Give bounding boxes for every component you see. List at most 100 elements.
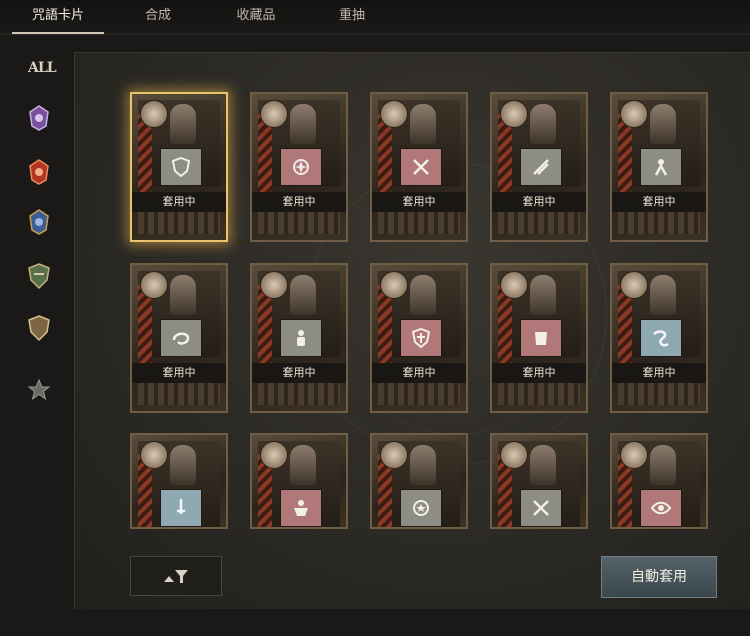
green-shield-icon[interactable] — [26, 262, 52, 290]
spell-card[interactable]: 套用中 — [370, 263, 468, 413]
spell-card[interactable]: 套用中 — [610, 263, 708, 413]
spell-card[interactable]: 套用中 — [490, 263, 588, 413]
card-footer — [138, 212, 220, 234]
spell-card[interactable]: 套用中 — [370, 92, 468, 242]
card-medal-icon — [380, 271, 408, 299]
card-portrait — [530, 104, 556, 144]
card-medal-icon — [140, 271, 168, 299]
card-footer — [258, 212, 340, 234]
red-crest-icon[interactable] — [26, 158, 52, 186]
card-rune — [640, 489, 682, 527]
spell-card[interactable] — [370, 433, 468, 529]
card-medal-icon — [620, 271, 648, 299]
card-status-label: 套用中 — [372, 192, 466, 212]
tab-reroll[interactable]: 重抽 — [310, 0, 394, 32]
card-rune — [280, 148, 322, 186]
filter-all[interactable]: ALL — [28, 60, 57, 76]
sword-icon — [177, 499, 185, 514]
crossed-swords-icon — [533, 500, 549, 516]
card-footer — [138, 383, 220, 405]
card-rune — [280, 319, 322, 357]
card-status-label: 套用中 — [612, 363, 706, 383]
warrior-icon — [297, 330, 305, 346]
shield-icon[interactable] — [26, 314, 52, 342]
card-portrait — [410, 104, 436, 144]
card-medal-icon — [260, 271, 288, 299]
card-medal-icon — [380, 441, 408, 469]
card-portrait — [410, 445, 436, 485]
spell-card[interactable] — [490, 433, 588, 529]
card-medal-icon — [260, 441, 288, 469]
card-footer — [378, 212, 460, 234]
spell-card[interactable] — [610, 433, 708, 529]
card-rune — [640, 319, 682, 357]
muscle-icon — [294, 500, 308, 516]
spell-card[interactable]: 套用中 — [490, 92, 588, 242]
tab-synthesis[interactable]: 合成 — [116, 0, 200, 32]
card-rune — [160, 148, 202, 186]
card-medal-icon — [500, 271, 528, 299]
spell-card[interactable]: 套用中 — [130, 263, 228, 413]
card-rune — [280, 489, 322, 527]
card-footer — [498, 383, 580, 405]
top-tab-bar: 咒語卡片 合成 收藏品 重抽 — [0, 0, 750, 35]
blue-crest-icon[interactable] — [26, 208, 52, 236]
card-status-label: 套用中 — [252, 363, 346, 383]
card-medal-icon — [140, 441, 168, 469]
spell-card[interactable]: 套用中 — [130, 92, 228, 242]
card-footer — [378, 383, 460, 405]
card-medal-icon — [260, 100, 288, 128]
card-rune — [400, 489, 442, 527]
spell-card[interactable] — [130, 433, 228, 529]
card-medal-icon — [500, 100, 528, 128]
card-rune — [640, 148, 682, 186]
auto-apply-button[interactable]: 自動套用 — [601, 556, 717, 598]
slash-icon — [533, 159, 549, 175]
card-portrait — [290, 445, 316, 485]
card-rune — [160, 319, 202, 357]
card-medal-icon — [620, 100, 648, 128]
card-portrait — [650, 104, 676, 144]
sort-filter-button[interactable] — [130, 556, 222, 596]
card-rune — [520, 148, 562, 186]
card-rune — [400, 148, 442, 186]
armor-icon — [535, 332, 547, 345]
spell-card[interactable]: 套用中 — [250, 92, 348, 242]
spell-card[interactable] — [250, 433, 348, 529]
category-sidebar: ALL — [18, 52, 64, 432]
card-medal-icon — [140, 100, 168, 128]
shield-icon — [171, 156, 191, 178]
card-footer — [618, 383, 700, 405]
eye-icon — [650, 501, 672, 515]
tab-spell-cards[interactable]: 咒語卡片 — [12, 0, 104, 34]
card-portrait — [290, 104, 316, 144]
card-status-label: 套用中 — [492, 192, 586, 212]
card-footer — [498, 212, 580, 234]
card-footer — [618, 212, 700, 234]
figure-icon — [654, 159, 668, 176]
star-icon[interactable] — [26, 376, 52, 404]
sort-filter-icon — [164, 570, 188, 583]
card-medal-icon — [380, 100, 408, 128]
card-portrait — [170, 275, 196, 315]
card-rune — [400, 319, 442, 357]
card-status-label: 套用中 — [252, 192, 346, 212]
card-portrait — [290, 275, 316, 315]
spell-card[interactable]: 套用中 — [250, 263, 348, 413]
tab-collection[interactable]: 收藏品 — [214, 0, 298, 32]
crossed-swords-icon — [413, 159, 429, 175]
card-status-label: 套用中 — [612, 192, 706, 212]
purple-crest-icon[interactable] — [26, 104, 52, 132]
card-status-label: 套用中 — [132, 192, 226, 212]
card-status-label: 套用中 — [492, 363, 586, 383]
serpent-icon — [653, 330, 669, 347]
card-portrait — [530, 445, 556, 485]
spell-card[interactable]: 套用中 — [610, 92, 708, 242]
card-medal-icon — [500, 441, 528, 469]
cross-shield-icon — [411, 327, 431, 349]
card-portrait — [650, 275, 676, 315]
card-rune — [520, 319, 562, 357]
card-status-label: 套用中 — [372, 363, 466, 383]
card-footer — [258, 383, 340, 405]
card-rune — [160, 489, 202, 527]
